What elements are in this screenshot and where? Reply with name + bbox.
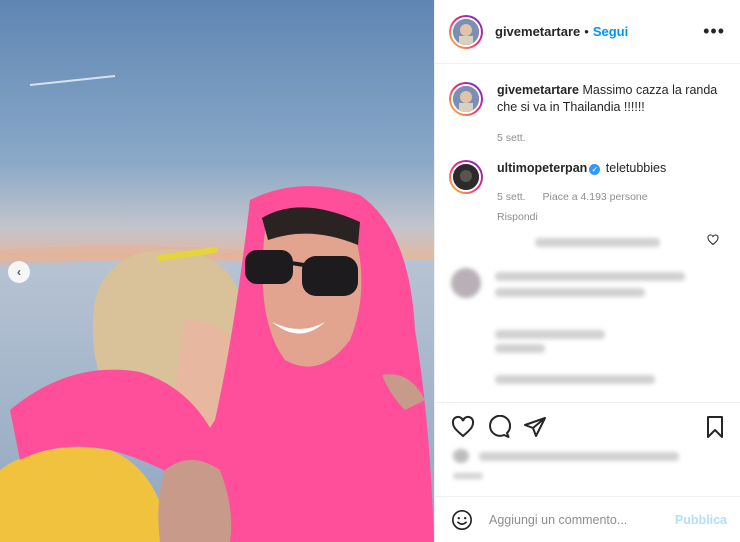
blurred-likes-line — [479, 452, 679, 461]
author-username[interactable]: givemetartare — [495, 24, 580, 39]
more-options-icon[interactable]: ••• — [703, 22, 725, 40]
add-comment-bar: Aggiungi un commento... Pubblica — [435, 496, 740, 542]
blurred-avatar — [451, 268, 481, 298]
caption-username[interactable]: givemetartare — [497, 83, 579, 97]
follow-button[interactable]: Segui — [593, 24, 628, 39]
comment-time[interactable]: 5 sett. — [497, 191, 526, 203]
blurred-comment-line — [495, 344, 545, 353]
blurred-comment-line — [495, 272, 685, 281]
blurred-comment-line — [495, 330, 605, 339]
like-comment-heart-icon[interactable] — [707, 234, 719, 246]
blurred-comment-line — [495, 288, 645, 297]
reply-button[interactable]: Rispondi — [497, 209, 727, 226]
comment-item: ultimopeterpan ✓ teletubbies 5 sett. Piac… — [449, 160, 727, 226]
separator-dot: • — [584, 24, 589, 39]
blurred-date — [453, 473, 483, 479]
author-avatar[interactable] — [449, 14, 483, 49]
commenter-username[interactable]: ultimopeterpan — [497, 161, 587, 175]
publish-button[interactable]: Pubblica — [675, 513, 727, 527]
like-heart-icon[interactable] — [451, 415, 475, 439]
caption-time: 5 sett. — [497, 132, 526, 144]
caption-avatar[interactable] — [449, 82, 483, 116]
blurred-liker-avatar — [453, 449, 469, 463]
emoji-smiley-icon[interactable] — [451, 509, 473, 531]
comment-input[interactable]: Aggiungi un commento... — [489, 513, 675, 527]
blurred-comment-line — [495, 375, 655, 384]
post-header: givemetartare • Segui ••• — [435, 0, 740, 64]
comment-text: teletubbies — [605, 161, 667, 175]
chevron-left-icon: ‹ — [17, 265, 21, 279]
commenter-avatar[interactable] — [449, 160, 483, 194]
comment-meta: 5 sett. Piace a 4.193 persone — [497, 189, 727, 206]
photo-image — [0, 0, 434, 542]
previous-image-button[interactable]: ‹ — [8, 261, 30, 283]
blurred-comment-line — [535, 238, 660, 247]
caption-comment: givemetartare Massimo cazza la randa che… — [449, 82, 727, 147]
comment-likes[interactable]: Piace a 4.193 persone — [543, 191, 648, 203]
post-actions-bar — [435, 402, 740, 496]
post-photo[interactable]: ‹ — [0, 0, 434, 542]
save-bookmark-icon[interactable] — [703, 415, 727, 439]
comment-bubble-icon[interactable] — [487, 415, 511, 439]
share-paper-plane-icon[interactable] — [523, 415, 547, 439]
comments-list[interactable]: givemetartare Massimo cazza la randa che… — [435, 64, 740, 402]
post-side-panel: givemetartare • Segui ••• givemetartare … — [434, 0, 740, 542]
verified-badge-icon: ✓ — [589, 164, 601, 175]
